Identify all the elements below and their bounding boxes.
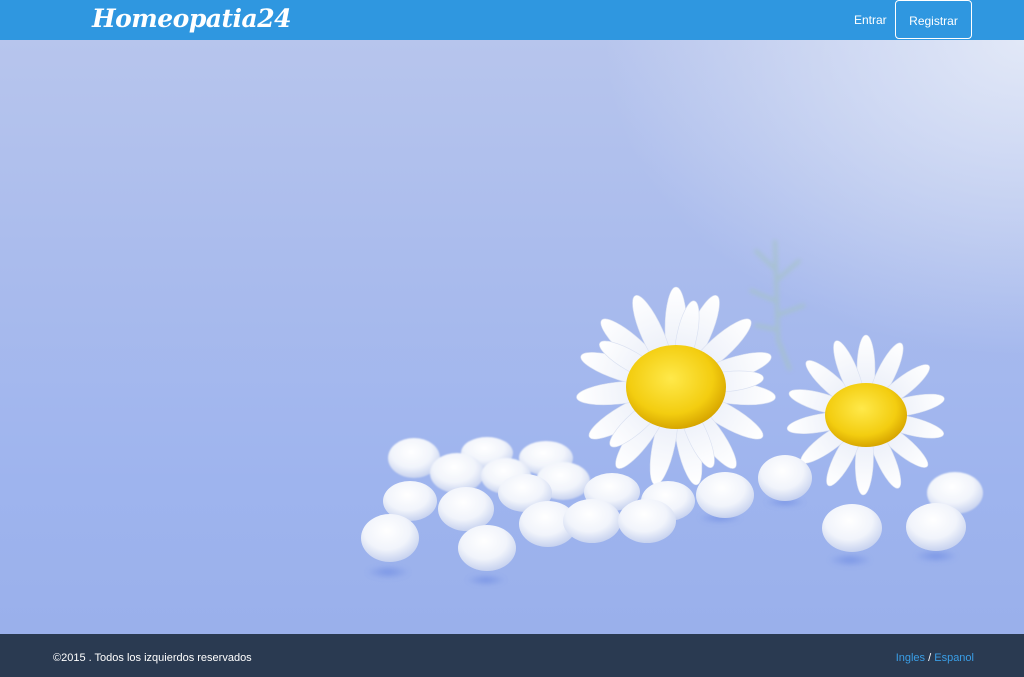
- language-separator: /: [928, 652, 932, 664]
- language-link-espanol[interactable]: Espanol: [934, 652, 974, 664]
- copyright-text: ©2015 . Todos los izquierdos reservados: [53, 652, 252, 664]
- hero-image: [0, 40, 1024, 634]
- register-button[interactable]: Registrar: [895, 0, 972, 39]
- brand-logo[interactable]: Homeopatia24: [92, 1, 292, 37]
- page: Homeopatia24 Entrar Registrar ©2015 . To…: [0, 0, 1024, 677]
- daisy-and-globules-illustration: [361, 239, 983, 586]
- footer: ©2015 . Todos los izquierdos reservados …: [0, 634, 1024, 677]
- language-link-ingles[interactable]: Ingles: [896, 652, 925, 664]
- login-link[interactable]: Entrar: [854, 12, 887, 28]
- language-switcher: Ingles / Espanol: [896, 651, 974, 665]
- top-navbar: Homeopatia24 Entrar Registrar: [0, 0, 1024, 40]
